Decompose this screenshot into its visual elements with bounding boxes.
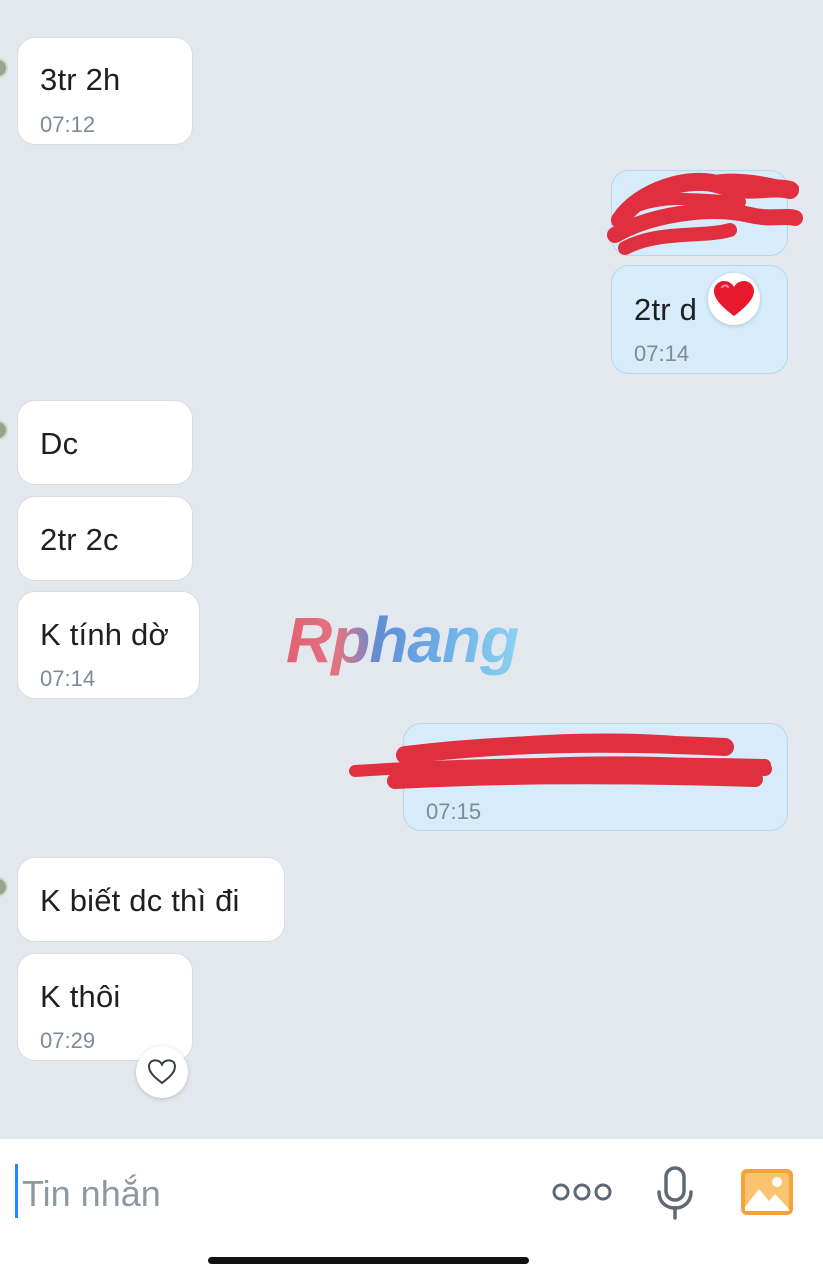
- image-gallery-icon: [741, 1169, 793, 1215]
- home-indicator: [208, 1257, 529, 1264]
- message-text: 3tr 2h: [40, 62, 121, 97]
- message-bubble-incoming[interactable]: K biết dc thì đi: [17, 857, 285, 942]
- microphone-icon: [657, 1166, 693, 1220]
- watermark-logo: Rphang: [286, 604, 519, 676]
- message-bubble-incoming[interactable]: K tính dờ 07:14: [17, 591, 200, 699]
- react-button[interactable]: [136, 1046, 188, 1098]
- message-text: K biết dc thì đi: [40, 883, 240, 918]
- message-time: 07:29: [40, 1028, 96, 1053]
- redaction-scribble: [349, 733, 772, 789]
- message-composer: Tin nhắn: [0, 1138, 823, 1281]
- red-heart-icon: [714, 281, 754, 316]
- contact-avatar[interactable]: [0, 420, 8, 440]
- message-bubble-incoming[interactable]: K thôi 07:29: [17, 953, 193, 1061]
- message-time: 07:15: [426, 799, 482, 824]
- more-options-button[interactable]: [548, 1172, 616, 1212]
- message-text: K tính dờ: [40, 617, 169, 652]
- message-time: 07:14: [634, 341, 690, 366]
- message-text: Dc: [40, 426, 79, 461]
- message-bubble-incoming[interactable]: 3tr 2h 07:12: [17, 37, 193, 145]
- message-text: K thôi: [40, 979, 121, 1014]
- heart-outline-icon: [148, 1059, 176, 1085]
- chat-thread[interactable]: 3tr 2h 07:12 2tr d 07:14 Dc 2tr 2c K tín…: [0, 0, 823, 1138]
- image-gallery-button[interactable]: [738, 1166, 796, 1218]
- voice-message-button[interactable]: [652, 1165, 698, 1223]
- message-time: 07:14: [40, 666, 96, 691]
- message-bubble-outgoing[interactable]: 2tr d 07:14: [611, 265, 788, 374]
- text-caret: [15, 1164, 18, 1218]
- message-text: 2tr 2c: [40, 522, 119, 557]
- message-reaction[interactable]: [708, 273, 760, 325]
- redaction-scribble: [607, 172, 803, 255]
- message-bubble-incoming[interactable]: Dc: [17, 400, 193, 485]
- message-text: 2tr d: [634, 292, 698, 327]
- contact-avatar[interactable]: [0, 58, 8, 78]
- message-time: 07:12: [40, 112, 96, 137]
- more-dots-icon: [552, 1183, 612, 1201]
- contact-avatar[interactable]: [0, 877, 8, 897]
- message-input[interactable]: Tin nhắn: [22, 1173, 161, 1215]
- message-bubble-incoming[interactable]: 2tr 2c: [17, 496, 193, 581]
